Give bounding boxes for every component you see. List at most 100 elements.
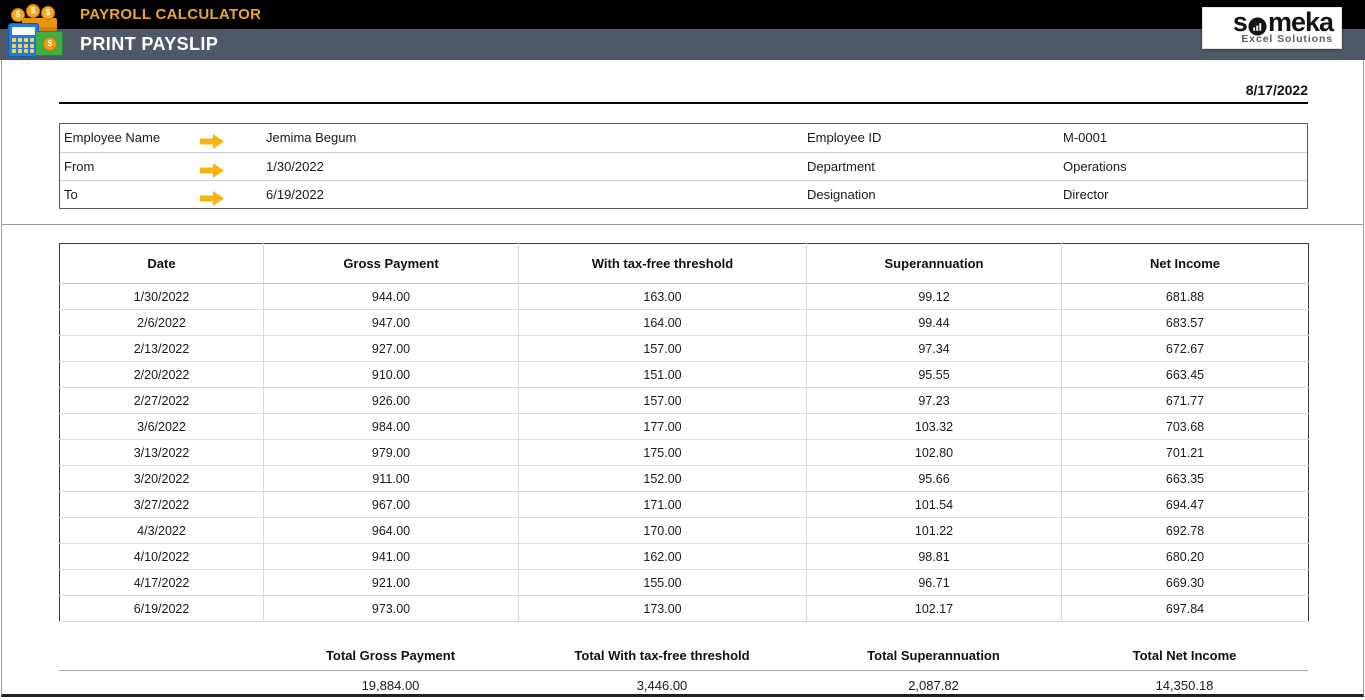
designation-value[interactable]: Director [1063,181,1109,209]
totals-spacer [59,648,263,670]
employee-name-label: Employee Name [64,130,161,145]
cell-date[interactable]: 2/27/2022 [59,387,264,414]
cell-gross-payment[interactable]: 944.00 [263,283,519,310]
cell-net-income[interactable]: 701.21 [1061,439,1309,466]
report-date-cell[interactable]: 8/17/2022 [59,80,1308,104]
designation-label: Designation [807,187,876,202]
cell-net-income[interactable]: 671.77 [1061,387,1309,414]
cell-tax-free-threshold[interactable]: 177.00 [518,413,807,440]
employee-id-label: Employee ID [807,130,882,145]
table-row: 1/30/2022 944.00 163.00 99.12 681.88 [59,283,1309,310]
table-row: 2/27/2022 926.00 157.00 97.23 671.77 [59,387,1309,414]
right-arrow-icon [200,188,224,216]
total-tax-free-threshold-value[interactable]: 3,446.00 [518,671,806,693]
cell-gross-payment[interactable]: 979.00 [263,439,519,466]
cell-gross-payment[interactable]: 921.00 [263,569,519,596]
cell-tax-free-threshold[interactable]: 163.00 [518,283,807,310]
table-row: 2/13/2022 927.00 157.00 97.34 672.67 [59,335,1309,362]
table-row: 4/10/2022 941.00 162.00 98.81 680.20 [59,543,1309,570]
cell-gross-payment[interactable]: 926.00 [263,387,519,414]
print-payslip-page: $ $ $ $ PAYROLL CALCULATOR PRINT PAYSLIP… [0,0,1365,700]
cell-superannuation[interactable]: 97.23 [806,387,1062,414]
to-date-value[interactable]: 6/19/2022 [266,181,324,209]
cell-date[interactable]: 2/13/2022 [59,335,264,362]
cell-date[interactable]: 3/27/2022 [59,491,264,518]
cell-date[interactable]: 6/19/2022 [59,595,264,622]
cell-superannuation[interactable]: 101.54 [806,491,1062,518]
cell-superannuation[interactable]: 95.55 [806,361,1062,388]
logo-brand-text: s meka [1232,7,1334,37]
cell-tax-free-threshold[interactable]: 173.00 [518,595,807,622]
cell-superannuation[interactable]: 99.12 [806,283,1062,310]
cell-net-income[interactable]: 669.30 [1061,569,1309,596]
report-date[interactable]: 8/17/2022 [1246,82,1308,98]
cell-superannuation[interactable]: 103.32 [806,413,1062,440]
cell-superannuation[interactable]: 97.34 [806,335,1062,362]
cell-net-income[interactable]: 703.68 [1061,413,1309,440]
cell-superannuation[interactable]: 96.71 [806,569,1062,596]
cell-gross-payment[interactable]: 964.00 [263,517,519,544]
coin-icon: $ [41,6,55,20]
cell-date[interactable]: 4/10/2022 [59,543,264,570]
payroll-calculator-icon: $ $ $ $ [8,3,64,58]
total-gross-payment-value[interactable]: 19,884.00 [263,671,518,693]
cell-net-income[interactable]: 694.47 [1061,491,1309,518]
section-divider [2,224,1363,225]
cell-date[interactable]: 3/6/2022 [59,413,264,440]
cell-date[interactable]: 2/20/2022 [59,361,264,388]
cell-tax-free-threshold[interactable]: 157.00 [518,335,807,362]
cell-date[interactable]: 3/13/2022 [59,439,264,466]
table-row: 6/19/2022 973.00 173.00 102.17 697.84 [59,595,1309,622]
cell-date[interactable]: 4/3/2022 [59,517,264,544]
cell-date[interactable]: 4/17/2022 [59,569,264,596]
cell-tax-free-threshold[interactable]: 162.00 [518,543,807,570]
cell-superannuation[interactable]: 99.44 [806,309,1062,336]
totals-spacer [59,671,263,693]
cell-gross-payment[interactable]: 927.00 [263,335,519,362]
cell-gross-payment[interactable]: 973.00 [263,595,519,622]
cell-net-income[interactable]: 683.57 [1061,309,1309,336]
cell-tax-free-threshold[interactable]: 152.00 [518,465,807,492]
cell-gross-payment[interactable]: 910.00 [263,361,519,388]
cell-gross-payment[interactable]: 967.00 [263,491,519,518]
cell-tax-free-threshold[interactable]: 170.00 [518,517,807,544]
cell-superannuation[interactable]: 98.81 [806,543,1062,570]
total-superannuation-value[interactable]: 2,087.82 [806,671,1061,693]
cell-net-income[interactable]: 697.84 [1061,595,1309,622]
dollar-coin-icon: $ [43,37,57,51]
cell-gross-payment[interactable]: 941.00 [263,543,519,570]
cell-tax-free-threshold[interactable]: 157.00 [518,387,807,414]
cell-net-income[interactable]: 663.45 [1061,361,1309,388]
cell-superannuation[interactable]: 102.80 [806,439,1062,466]
banknote-icon: $ [35,31,63,56]
cell-tax-free-threshold[interactable]: 151.00 [518,361,807,388]
cell-tax-free-threshold[interactable]: 171.00 [518,491,807,518]
cell-gross-payment[interactable]: 984.00 [263,413,519,440]
cell-gross-payment[interactable]: 947.00 [263,309,519,336]
cell-gross-payment[interactable]: 911.00 [263,465,519,492]
cell-superannuation[interactable]: 101.22 [806,517,1062,544]
cell-tax-free-threshold[interactable]: 164.00 [518,309,807,336]
info-row-to: To 6/19/2022 Designation Director [60,180,1307,208]
cell-net-income[interactable]: 672.67 [1061,335,1309,362]
column-header-gross-payment: Gross Payment [263,243,519,284]
page-title: PRINT PAYSLIP [80,34,219,54]
cell-net-income[interactable]: 663.35 [1061,465,1309,492]
department-value[interactable]: Operations [1063,153,1127,181]
cell-date[interactable]: 3/20/2022 [59,465,264,492]
employee-id-value[interactable]: M-0001 [1063,124,1107,152]
cell-net-income[interactable]: 692.78 [1061,517,1309,544]
cell-date[interactable]: 1/30/2022 [59,283,264,310]
total-tax-free-threshold-label: Total With tax-free threshold [574,648,750,663]
cell-net-income[interactable]: 680.20 [1061,543,1309,570]
cell-date[interactable]: 2/6/2022 [59,309,264,336]
cell-superannuation[interactable]: 102.17 [806,595,1062,622]
total-net-income-value[interactable]: 14,350.18 [1061,671,1308,693]
employee-name-value[interactable]: Jemima Begum [266,124,356,152]
from-date-value[interactable]: 1/30/2022 [266,153,324,181]
cell-net-income[interactable]: 681.88 [1061,283,1309,310]
table-row: 2/20/2022 910.00 151.00 95.55 663.45 [59,361,1309,388]
cell-tax-free-threshold[interactable]: 175.00 [518,439,807,466]
cell-tax-free-threshold[interactable]: 155.00 [518,569,807,596]
cell-superannuation[interactable]: 95.66 [806,465,1062,492]
